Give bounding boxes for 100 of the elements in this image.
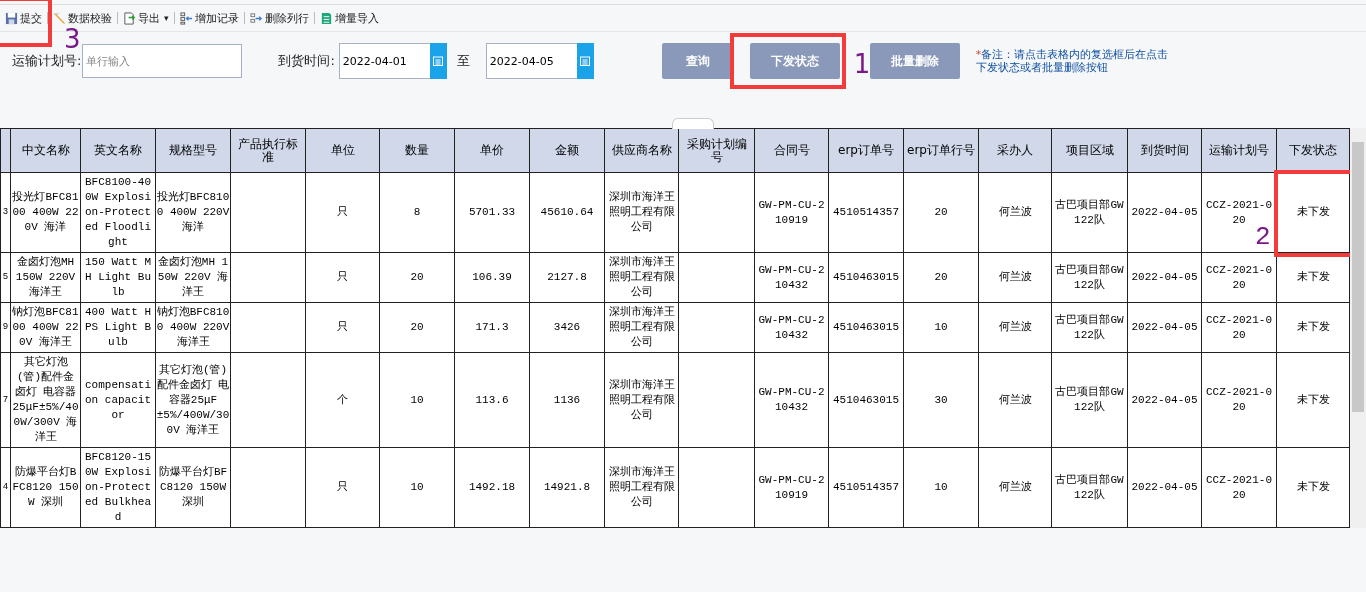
table-cell: 4510463015: [833, 271, 899, 283]
toolbar-button[interactable]: 增加记录: [176, 10, 242, 26]
column-header: 金额: [555, 143, 579, 157]
table-cell: 171.3: [475, 321, 509, 333]
table-cell: 10: [934, 321, 948, 333]
table-cell: 古巴项目部GW122队: [1055, 386, 1124, 413]
table-cell: 30: [934, 393, 948, 406]
table-cell: 个: [337, 393, 348, 406]
column-header: 采购计划编号: [686, 136, 747, 164]
table-cell: 10: [410, 481, 424, 493]
column-header: 合同号: [773, 143, 810, 157]
table-cell: 金卤灯泡MH 150W 220V 海洋王: [157, 256, 229, 298]
column-header: 产品执行标准: [238, 136, 298, 164]
column-header: 单位: [330, 143, 355, 157]
note-text: *备注：请点击表格内的复选框后在点击下发状态或者批量删除按钮: [975, 48, 1170, 74]
table-cell: 深圳市海洋王照明工程有限公司: [608, 466, 675, 508]
column-header: erp订单行号: [907, 143, 975, 157]
highlight-frame: [0, 0, 52, 47]
table-cell: 4510463015: [833, 393, 899, 406]
toolbar-button[interactable]: 导出 ▾: [120, 10, 172, 26]
table-cell: 未下发: [1296, 271, 1330, 283]
date-to-field[interactable]: 2022-04-05: [485, 43, 577, 79]
table-cell: 20: [410, 321, 424, 333]
table-cell: compensation capacitor: [85, 378, 151, 421]
table-cell: 2022-04-05: [1131, 321, 1198, 333]
column-header: 到货时间: [1140, 143, 1189, 157]
column-header: erp订单号: [838, 143, 894, 157]
table-cell: 古巴项目部GW122队: [1055, 263, 1124, 291]
table-cell: 1492.18: [468, 481, 516, 493]
collapse-handle[interactable]: [672, 118, 714, 129]
column-header: 运输计划号: [1209, 143, 1269, 157]
table-cell: BFC8120-150W Explosion-Protected Bulkhead: [85, 451, 151, 523]
callout-number: 3: [64, 25, 81, 52]
column-header: 供应商名称: [611, 143, 672, 157]
table-cell: 150 Watt MH Light Bulb: [85, 256, 151, 298]
table-cell: 3426: [553, 321, 581, 333]
table-cell: 20: [934, 271, 948, 283]
table-cell: 只: [337, 271, 348, 283]
toolbar-button[interactable]: 数据校验: [50, 10, 115, 26]
table-cell: 深圳市海洋王照明工程有限公司: [608, 378, 675, 421]
table-cell: 4510463015: [833, 321, 899, 333]
table-cell: 何兰波: [998, 271, 1032, 283]
table-cell: 何兰波: [998, 393, 1032, 406]
table-cell: 钠灯泡BFC8100 400W 220V 海洋王: [156, 306, 230, 348]
row-number: 9: [2, 322, 9, 332]
date-from-field[interactable]: 2022-04-01: [338, 43, 430, 79]
table-cell: GW-PM-CU-210919: [758, 198, 825, 226]
table-cell: 古巴项目部GW122队: [1055, 473, 1124, 501]
spreadsheet-icon: [319, 11, 333, 25]
delete-row-icon: [249, 11, 263, 25]
table-cell: BFC8100-400W Explosion-Protected Floodlight: [85, 176, 151, 248]
table-cell: 20: [410, 271, 424, 283]
column-header: 下发状态: [1289, 143, 1337, 157]
table-cell: 何兰波: [998, 481, 1032, 493]
table-cell: CCZ-2021-020: [1206, 473, 1272, 501]
export-document-icon: [123, 11, 136, 25]
column-header: 规格型号: [169, 143, 217, 157]
table-cell: 投光灯BFC8100 400W 220V 海洋: [156, 191, 230, 233]
table-cell: 何兰波: [998, 321, 1032, 333]
table-cell: 2022-04-05: [1131, 481, 1198, 493]
table-cell: CCZ-2021-020: [1206, 386, 1272, 413]
field-label: 到货时间:: [278, 52, 335, 70]
table-cell: 只: [337, 321, 348, 333]
toolbar-button[interactable]: 提交: [2, 10, 45, 26]
plan-number-input[interactable]: 单行输入: [82, 44, 243, 78]
toolbar-button[interactable]: 增量导入: [316, 10, 382, 26]
table-cell: CCZ-2021-020: [1206, 263, 1272, 291]
table-cell: 未下发: [1296, 393, 1330, 406]
table-cell: 10: [410, 393, 424, 406]
add-row-icon: [179, 11, 193, 25]
table-cell: 防爆平台灯BFC8120 150W 深圳: [12, 466, 79, 508]
toolbar-button[interactable]: 删除列行: [246, 10, 312, 26]
table-cell: 投光灯BFC8100 400W 220V 海洋: [12, 191, 79, 233]
table-cell: 未下发: [1296, 321, 1330, 333]
column-header: 中文名称: [21, 143, 70, 157]
table-cell: 钠灯泡BFC8100 400W 220V 海洋王: [12, 306, 79, 348]
range-separator: 至: [456, 52, 470, 70]
table-cell: 只: [337, 481, 348, 493]
table-cell: 2022-04-05: [1131, 206, 1198, 218]
table-cell: 5701.33: [468, 206, 516, 218]
table-cell: 深圳市海洋王照明工程有限公司: [608, 256, 675, 298]
table-cell: CCZ-2021-020: [1206, 198, 1272, 226]
table-cell: 防爆平台灯BFC8120 150W 深圳: [158, 466, 228, 508]
row-number: 4: [2, 482, 9, 492]
table-cell: 106.39: [472, 271, 512, 283]
scrollbar[interactable]: [1350, 128, 1366, 528]
column-header: 单价: [480, 143, 504, 157]
table-cell: 2127.8: [547, 271, 587, 283]
table-cell: 古巴项目部GW122队: [1055, 313, 1124, 341]
table-cell: 古巴项目部GW122队: [1055, 198, 1124, 226]
table-cell: 未下发: [1296, 481, 1330, 493]
table-cell: 2022-04-05: [1131, 271, 1198, 283]
table-cell: GW-PM-CU-210919: [758, 473, 825, 501]
table-cell: 何兰波: [998, 206, 1032, 218]
table-cell: 1136: [553, 393, 581, 406]
table-cell: 只: [337, 206, 348, 218]
row-number: 3: [2, 207, 9, 217]
callout-number: 1: [853, 51, 871, 77]
table-cell: GW-PM-CU-210432: [758, 313, 825, 341]
table-cell: 未下发: [1296, 206, 1330, 218]
